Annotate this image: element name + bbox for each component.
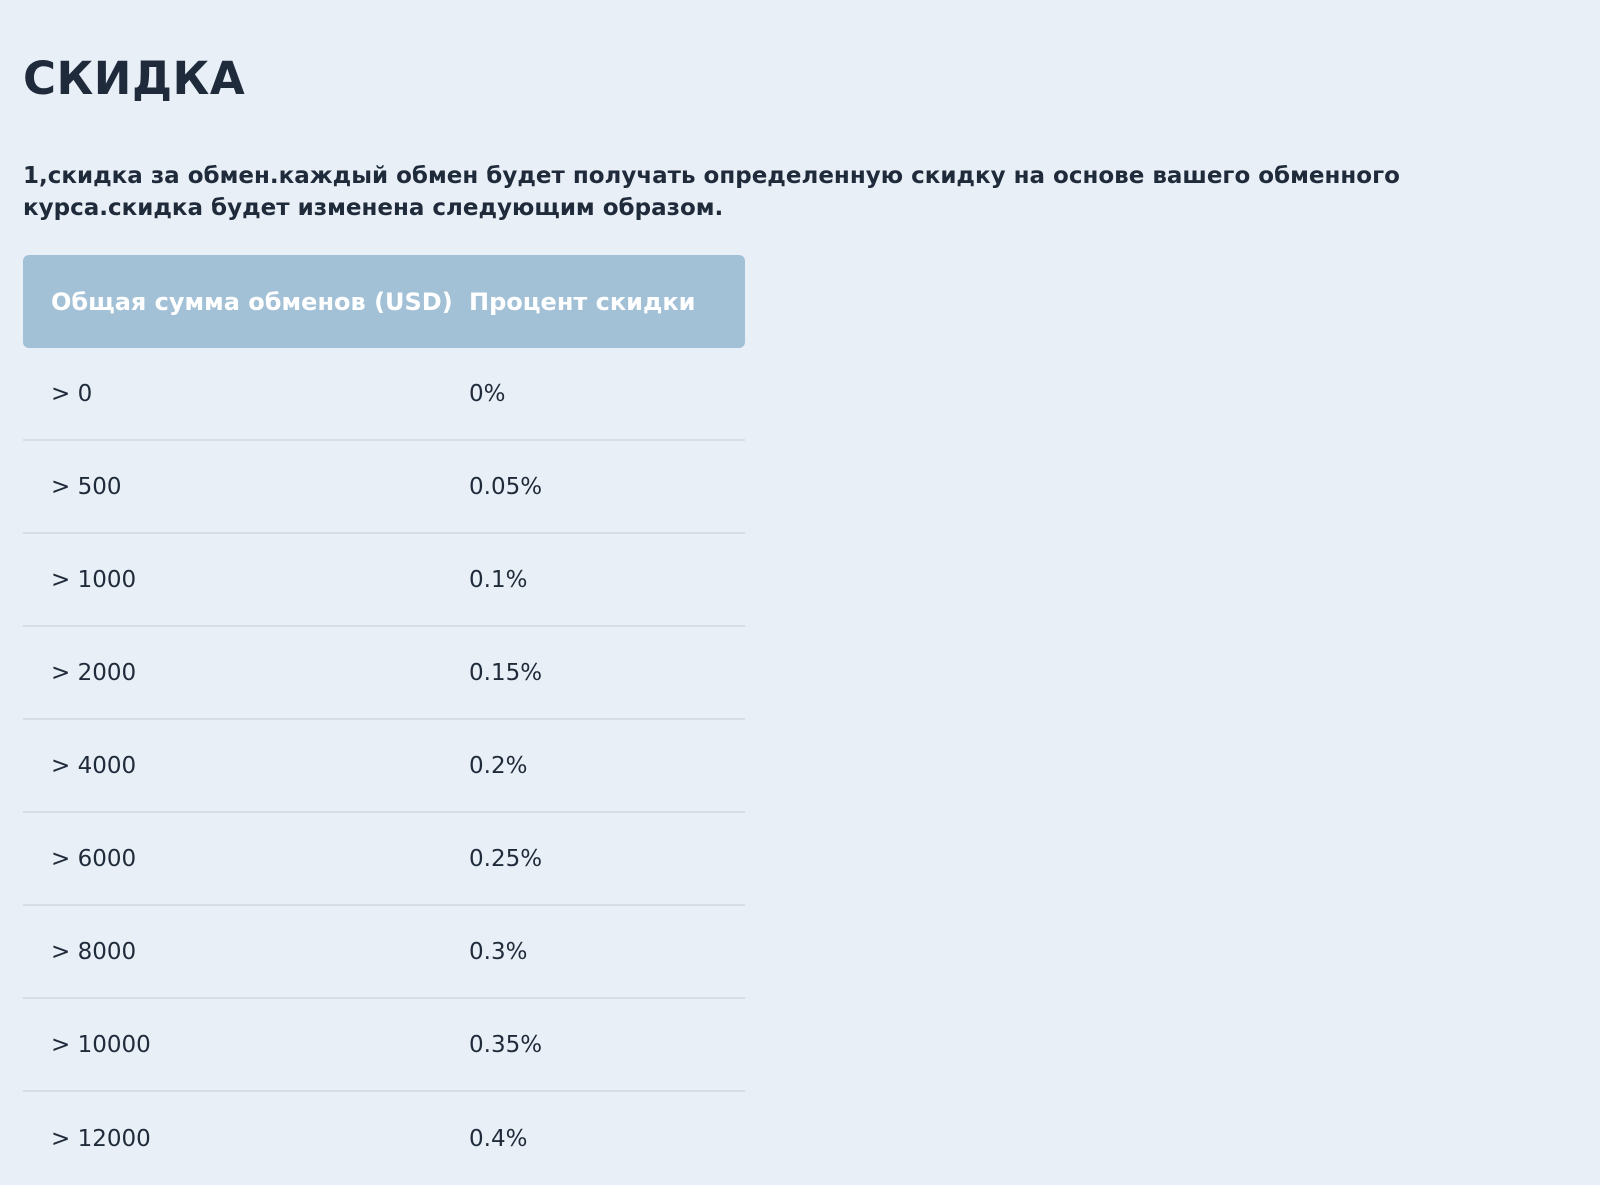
row-amount: > 6000 xyxy=(51,845,137,872)
row-percent: 0.1% xyxy=(469,566,528,593)
header-amount: Общая сумма обменов (USD) xyxy=(51,287,453,316)
row-percent: 0.2% xyxy=(469,752,528,779)
discount-table: Общая сумма обменов (USD) Процент скидки… xyxy=(23,255,745,1185)
intro-text: 1,скидка за обмен.каждый обмен будет пол… xyxy=(23,163,1400,221)
table-row: > 12000 0.4% xyxy=(23,1092,745,1185)
table-header: Общая сумма обменов (USD) Процент скидки xyxy=(23,255,745,348)
table-row: > 500 0.05% xyxy=(23,441,745,534)
row-percent: 0% xyxy=(469,380,506,407)
table-row: > 0 0% xyxy=(23,348,745,441)
row-amount: > 2000 xyxy=(51,659,137,686)
row-percent: 0.3% xyxy=(469,938,528,965)
table-row: > 8000 0.3% xyxy=(23,906,745,999)
table-row: > 4000 0.2% xyxy=(23,720,745,813)
row-percent: 0.25% xyxy=(469,845,543,872)
header-percent: Процент скидки xyxy=(469,287,696,316)
row-amount: > 10000 xyxy=(51,1031,151,1058)
row-amount: > 500 xyxy=(51,473,122,500)
row-amount: > 0 xyxy=(51,380,93,407)
row-amount: > 1000 xyxy=(51,566,137,593)
row-amount: > 4000 xyxy=(51,752,137,779)
table-row: > 1000 0.1% xyxy=(23,534,745,627)
row-amount: > 8000 xyxy=(51,938,137,965)
table-row: > 2000 0.15% xyxy=(23,627,745,720)
row-percent: 0.15% xyxy=(469,659,543,686)
discount-page: СКИДКА 1,скидка за обмен.каждый обмен бу… xyxy=(0,0,1600,1184)
row-percent: 0.35% xyxy=(469,1031,543,1058)
page-title: СКИДКА xyxy=(23,52,246,105)
table-row: > 10000 0.35% xyxy=(23,999,745,1092)
row-percent: 0.4% xyxy=(469,1125,528,1152)
row-amount: > 12000 xyxy=(51,1125,151,1152)
table-row: > 6000 0.25% xyxy=(23,813,745,906)
row-percent: 0.05% xyxy=(469,473,543,500)
